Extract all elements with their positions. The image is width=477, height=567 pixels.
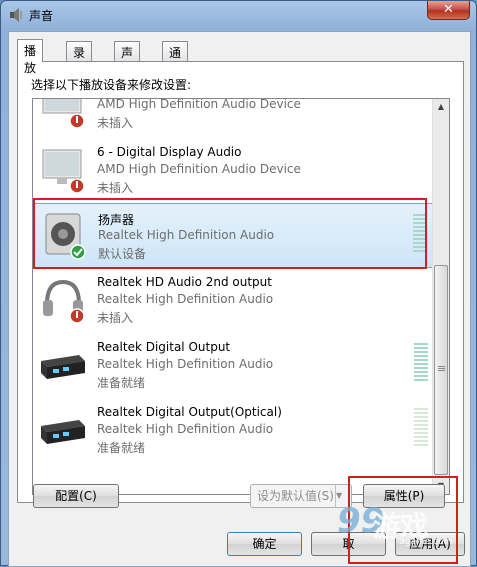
headphones-unplugged-icon bbox=[43, 279, 85, 324]
device-description: Realtek High Definition Audio bbox=[97, 292, 274, 306]
tab-recording[interactable]: 录制 bbox=[66, 41, 93, 77]
device-description: Realtek High Definition Audio bbox=[97, 422, 274, 436]
speaker-icon bbox=[10, 8, 22, 22]
device-name: 扬声器 bbox=[98, 213, 135, 227]
scroll-thumb[interactable] bbox=[434, 265, 448, 475]
monitor-unplugged-icon bbox=[42, 99, 85, 129]
digital-output-icon bbox=[41, 355, 85, 379]
playback-panel: 选择以下播放设备来修改设置: AMD High Definition Audio… bbox=[17, 61, 464, 503]
device-status: 未插入 bbox=[97, 181, 134, 195]
device-description: Realtek High Definition Audio bbox=[98, 228, 275, 242]
tab-communications[interactable]: 通信 bbox=[162, 41, 189, 77]
device-name: Realtek Digital Output bbox=[97, 340, 231, 354]
window-title: 声音 bbox=[29, 9, 54, 23]
device-row[interactable]: 6 - Digital Display Audio AMD High Defin… bbox=[33, 138, 433, 203]
ok-button[interactable]: 确定 bbox=[227, 532, 302, 556]
configure-button[interactable]: 配置(C) bbox=[33, 484, 119, 508]
tab-sounds[interactable]: 声音 bbox=[114, 41, 141, 77]
set-default-split-button[interactable]: 设为默认值(S) ▼ bbox=[250, 484, 352, 508]
device-list[interactable]: AMD High Definition Audio Device 未插入 6 -… bbox=[32, 98, 450, 495]
volume-level-meter bbox=[413, 214, 427, 254]
device-description: AMD High Definition Audio Device bbox=[97, 98, 301, 111]
device-row-selected[interactable]: 扬声器 Realtek High Definition Audio 默认设备 bbox=[33, 203, 433, 268]
device-status: 未插入 bbox=[97, 116, 134, 130]
device-row[interactable]: Realtek Digital Output Realtek High Defi… bbox=[33, 333, 433, 398]
tab-playback[interactable]: 播放 bbox=[17, 39, 44, 75]
list-scrollbar[interactable]: ▲ ▼ bbox=[432, 99, 449, 494]
device-row[interactable]: Realtek HD Audio 2nd output Realtek High… bbox=[33, 268, 433, 333]
title-bar[interactable]: 声音 ✕ bbox=[1, 1, 476, 29]
optical-output-icon bbox=[41, 420, 85, 444]
device-name: Realtek HD Audio 2nd output bbox=[97, 275, 272, 289]
sound-dialog: 声音 ✕ 播放 录制 声音 通信 选择以下播放设备来修改设置: bbox=[0, 0, 477, 567]
volume-level-meter bbox=[414, 343, 428, 383]
monitor-unplugged-icon bbox=[42, 149, 85, 194]
device-description: AMD High Definition Audio Device bbox=[97, 162, 301, 176]
device-status: 准备就绪 bbox=[97, 376, 146, 390]
dialog-client: 播放 录制 声音 通信 选择以下播放设备来修改设置: bbox=[8, 31, 471, 567]
device-row[interactable]: AMD High Definition Audio Device 未插入 bbox=[33, 98, 433, 138]
device-status: 默认设备 bbox=[98, 247, 147, 261]
grip-icon bbox=[438, 366, 445, 371]
volume-level-meter bbox=[414, 408, 428, 448]
device-name: Realtek Digital Output(Optical) bbox=[97, 405, 282, 419]
device-status: 未插入 bbox=[97, 311, 134, 325]
apply-button[interactable]: 应用(A) bbox=[395, 532, 465, 556]
scroll-up-arrow-icon[interactable]: ▲ bbox=[433, 99, 449, 115]
close-button[interactable]: ✕ bbox=[427, 1, 470, 20]
device-rows: AMD High Definition Audio Device 未插入 6 -… bbox=[33, 98, 433, 463]
dropdown-arrow-icon[interactable]: ▼ bbox=[335, 485, 353, 507]
device-status: 准备就绪 bbox=[97, 441, 146, 455]
speaker-default-icon bbox=[45, 213, 86, 260]
instruction-text: 选择以下播放设备来修改设置: bbox=[31, 78, 192, 92]
set-default-label: 设为默认值(S) bbox=[257, 489, 334, 503]
properties-button[interactable]: 属性(P) bbox=[363, 484, 445, 508]
device-row[interactable]: Realtek Digital Output(Optical) Realtek … bbox=[33, 398, 433, 463]
device-name: 6 - Digital Display Audio bbox=[97, 145, 242, 159]
device-description: Realtek High Definition Audio bbox=[97, 357, 274, 371]
cancel-button[interactable]: 取 bbox=[311, 532, 386, 556]
